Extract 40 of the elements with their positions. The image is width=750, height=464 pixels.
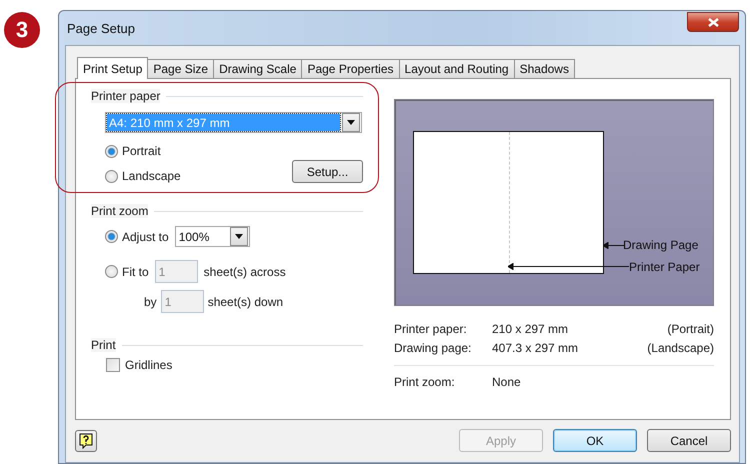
dialog-button[interactable]: OK (553, 429, 637, 452)
across-label: sheet(s) across (204, 264, 286, 278)
leader-line (603, 242, 625, 249)
tab[interactable]: Drawing Scale (213, 59, 302, 78)
tab[interactable]: Shadows (514, 59, 575, 78)
help-button[interactable] (75, 430, 97, 452)
orientation-text: (Portrait) (667, 322, 714, 336)
tab[interactable]: Print Setup (77, 57, 148, 79)
info-value: 407.3 x 297 mm (492, 340, 580, 354)
tab[interactable]: Page Size (147, 59, 214, 78)
group-label: Print zoom (91, 204, 148, 218)
orientation-radio[interactable]: Landscape (105, 166, 181, 186)
orientation-radio[interactable]: Portrait (105, 141, 181, 161)
info-value: None (492, 374, 522, 388)
setup-button[interactable]: Setup... (292, 160, 363, 183)
printer-paper-label: Printer Paper (629, 260, 700, 274)
help-icon (79, 432, 93, 448)
drawing-page-label: Drawing Page (623, 238, 698, 252)
close-icon (708, 18, 718, 26)
dialog-button[interactable]: Cancel (647, 429, 731, 452)
caret-icon (234, 234, 243, 239)
caret-icon (347, 120, 355, 125)
info-label: Printer paper: (394, 322, 468, 336)
fit-radio[interactable]: Fit to (105, 262, 149, 282)
close-button[interactable] (687, 12, 739, 32)
gridlines-checkbox[interactable]: Gridlines (91, 358, 363, 372)
tab[interactable]: Page Properties (301, 59, 400, 78)
orientation-text: (Landscape) (647, 340, 714, 354)
tab[interactable]: Layout and Routing (398, 59, 515, 78)
info-value: 210 x 297 mm (492, 322, 570, 336)
info-label: Print zoom: (394, 374, 456, 388)
group-label: Print (91, 338, 116, 352)
adjust-radio[interactable]: Adjust to (105, 226, 169, 246)
zoom-dropdown[interactable]: 100% (174, 226, 250, 247)
window-title: Page Setup (67, 20, 135, 36)
step-badge: 3 (4, 12, 40, 48)
down-label: sheet(s) down (208, 294, 284, 308)
by-label: by (144, 294, 157, 308)
info-label: Drawing page: (394, 340, 472, 354)
group-label: Printer paper (91, 89, 160, 103)
